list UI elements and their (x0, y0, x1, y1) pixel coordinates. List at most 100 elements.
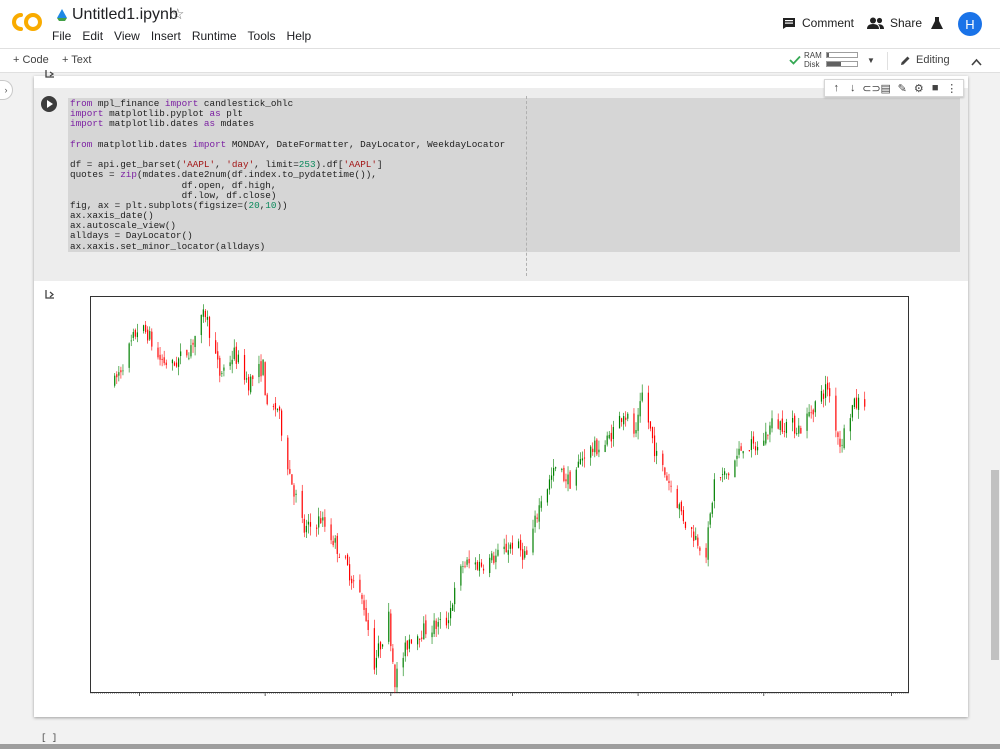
flask-icon[interactable] (930, 16, 944, 30)
candle-body (563, 467, 565, 481)
candle-body (526, 550, 528, 555)
candle-body (839, 438, 841, 447)
candle-body (656, 450, 658, 456)
candle-body (651, 426, 654, 439)
candle-body (379, 642, 382, 650)
candle-body (307, 521, 310, 525)
colab-logo[interactable] (10, 11, 44, 33)
candle-body (493, 555, 495, 563)
resource-meters[interactable] (826, 52, 860, 70)
candle-body (258, 363, 260, 378)
candle-body (754, 446, 757, 451)
candle-body (200, 314, 202, 336)
candle-body (520, 539, 522, 551)
candle-body (215, 340, 217, 354)
scrollbar-thumb[interactable] (991, 470, 999, 660)
star-icon[interactable]: ☆ (171, 5, 184, 23)
candle-body (145, 324, 147, 333)
candle-body (524, 551, 526, 558)
move-up-icon[interactable]: ↑ (829, 82, 843, 94)
candle-body (324, 517, 326, 527)
menu-file[interactable]: File (52, 29, 71, 43)
menu-edit[interactable]: Edit (82, 29, 103, 43)
code-token: 'r' (422, 251, 439, 252)
candle-body (777, 419, 779, 429)
editing-mode-button[interactable]: Editing (900, 54, 950, 66)
candle-body (509, 544, 511, 549)
candle-body (734, 460, 736, 478)
move-down-icon[interactable]: ↓ (846, 82, 860, 94)
share-button[interactable]: Share (867, 16, 922, 30)
drive-icon[interactable] (56, 8, 68, 22)
candle-body (264, 362, 266, 396)
candle-body (177, 358, 180, 367)
code-line: from matplotlib.dates import MONDAY, Dat… (70, 138, 958, 150)
candle-body (765, 431, 767, 444)
candle-body (740, 446, 742, 451)
candle-body (128, 343, 130, 368)
menu-runtime[interactable]: Runtime (192, 29, 237, 43)
candle-body (511, 542, 513, 549)
code-line: ax.xaxis_date() (70, 210, 958, 221)
colab-window: Untitled1.ipynb ☆ File Edit View Insert Runt… (0, 0, 1000, 749)
candle-body (262, 359, 264, 375)
candle-body (165, 362, 167, 366)
more-icon[interactable]: ⋮ (945, 82, 959, 95)
code-editor[interactable]: from mpl_finance import candlestick_ohlc… (68, 98, 960, 252)
edit-cell-icon[interactable]: ✎ (895, 82, 909, 95)
candle-body (235, 346, 237, 364)
candle-body (305, 525, 307, 533)
candle-body (618, 415, 621, 429)
candle-body (367, 620, 369, 631)
candle-body (664, 467, 666, 475)
candle-body (151, 331, 153, 347)
candle-body (771, 418, 773, 429)
menu-help[interactable]: Help (287, 29, 312, 43)
run-cell-button[interactable] (41, 96, 57, 112)
line-length-ruler (526, 96, 527, 276)
candle-body (318, 516, 320, 528)
candle-body (540, 501, 542, 508)
candle-body (565, 479, 567, 482)
candle-body (713, 479, 715, 502)
resources-dropdown-icon[interactable]: ▼ (867, 56, 875, 65)
add-code-button[interactable]: + Code (13, 54, 49, 66)
comment-cell-icon[interactable]: ▤ (879, 82, 893, 95)
candle-body (598, 449, 600, 453)
delete-icon[interactable]: ■ (928, 82, 942, 94)
sidebar-toggle-chevron-icon[interactable]: › (0, 80, 13, 100)
menu-insert[interactable]: Insert (151, 29, 181, 43)
candle-body (114, 375, 116, 386)
candle-body (390, 613, 392, 647)
candle-body (301, 490, 303, 518)
candle-body (678, 504, 680, 510)
candle-body (480, 562, 483, 567)
comment-button[interactable]: Comment (782, 16, 854, 30)
link-icon[interactable]: ⊂⊃ (862, 82, 880, 95)
candle-body (419, 638, 421, 640)
candle-body (522, 549, 524, 560)
editing-label: Editing (916, 54, 950, 66)
gear-icon[interactable]: ⚙ (912, 82, 926, 95)
empty-cell-brackets[interactable]: [ ] (41, 733, 57, 743)
resource-labels[interactable]: RAM Disk (804, 51, 822, 69)
menu-tools[interactable]: Tools (248, 29, 276, 43)
candle-body (136, 332, 138, 338)
ram-meter (826, 52, 858, 58)
candle-body (392, 648, 394, 662)
menu-view[interactable]: View (114, 29, 140, 43)
candle-body (466, 559, 468, 565)
candle-body (373, 628, 375, 670)
candle-body (186, 349, 188, 356)
code-token: from (70, 138, 93, 150)
cell-toolbar: ↑ ↓ ⊂⊃ ▤ ✎ ⚙ ■ ⋮ (824, 79, 964, 97)
candle-body (245, 378, 248, 380)
candle-body (468, 558, 470, 564)
candle-body (454, 587, 456, 605)
candle-body (173, 362, 176, 366)
add-text-button[interactable]: + Text (62, 54, 91, 66)
user-avatar[interactable]: H (958, 12, 982, 36)
chevron-up-icon[interactable] (971, 58, 982, 66)
candle-body (221, 373, 223, 374)
notebook-title[interactable]: Untitled1.ipynb (72, 6, 178, 24)
